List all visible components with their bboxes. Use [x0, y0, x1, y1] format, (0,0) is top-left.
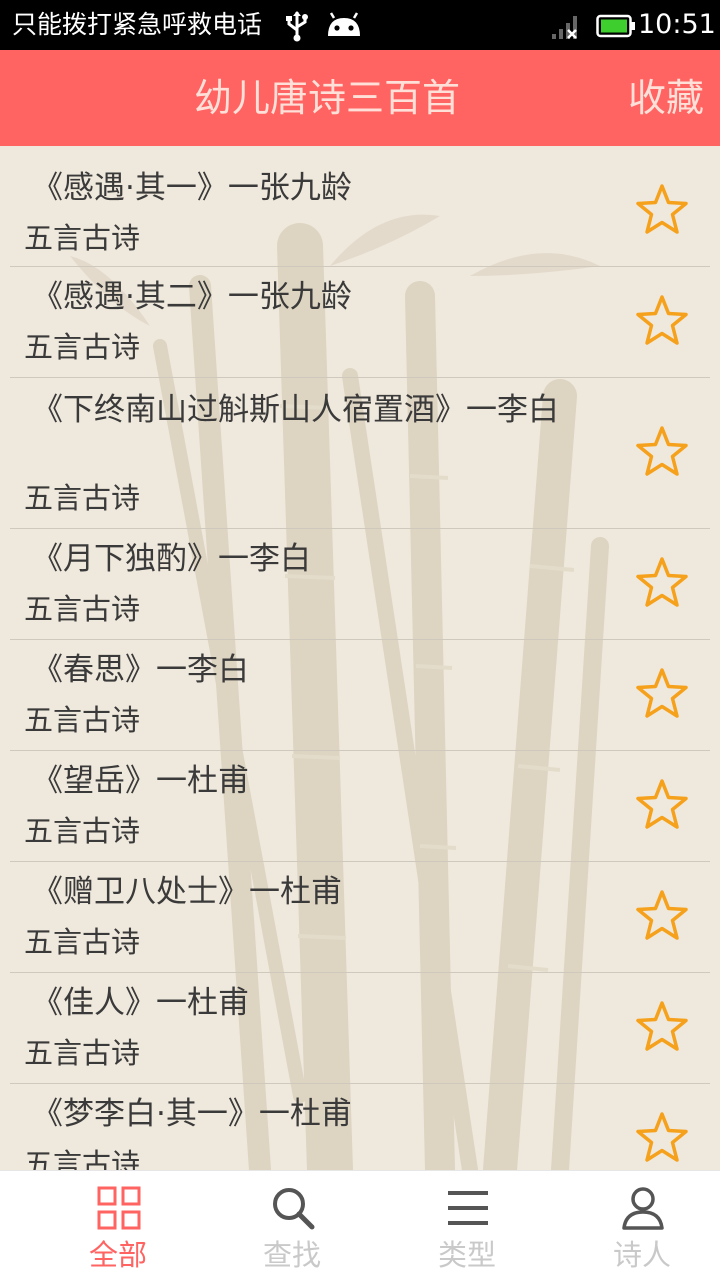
nav-item-all[interactable]: 全部 — [28, 1171, 208, 1281]
app-header: 幼儿唐诗三百首 收藏 — [0, 50, 720, 146]
poem-title: 《赠卫八处士》一杜甫 — [32, 874, 342, 910]
nav-label: 类型 — [437, 1238, 496, 1272]
star-icon[interactable] — [634, 182, 690, 238]
poem-type: 五言古诗 — [24, 221, 141, 255]
list-icon — [448, 1191, 488, 1225]
list-item[interactable]: 《春思》一李白 五言古诗 — [10, 640, 710, 751]
bottom-nav: 全部 查找 类型 诗人 — [0, 1170, 720, 1281]
poem-title: 《望岳》一杜甫 — [32, 763, 249, 799]
favorites-button[interactable]: 收藏 — [628, 50, 704, 146]
nav-item-search[interactable]: 查找 — [202, 1171, 382, 1281]
list-item[interactable]: 《感遇·其二》一张九龄 五言古诗 — [10, 267, 710, 378]
battery-icon — [596, 14, 635, 38]
poem-title: 《佳人》一杜甫 — [32, 985, 249, 1021]
poem-title: 《感遇·其二》一张九龄 — [32, 279, 352, 315]
android-icon — [328, 12, 360, 36]
poem-type: 五言古诗 — [24, 703, 141, 737]
nav-item-poet[interactable]: 诗人 — [552, 1171, 720, 1281]
poem-title: 《下终南山过斛斯山人宿置酒》一李白 — [32, 392, 559, 428]
nav-item-type[interactable]: 类型 — [377, 1171, 557, 1281]
poem-type: 五言古诗 — [24, 814, 141, 848]
poem-type: 五言古诗 — [24, 592, 141, 626]
star-icon[interactable] — [634, 999, 690, 1055]
star-icon[interactable] — [634, 293, 690, 349]
star-icon[interactable] — [634, 666, 690, 722]
poem-title: 《梦李白·其一》一杜甫 — [32, 1096, 352, 1132]
list-item[interactable]: 《赠卫八处士》一杜甫 五言古诗 — [10, 862, 710, 973]
star-icon[interactable] — [634, 1110, 690, 1166]
nav-label: 全部 — [88, 1238, 147, 1272]
usb-icon — [286, 11, 308, 42]
list-item[interactable]: 《梦李白·其一》一杜甫 五言古诗 — [10, 1084, 710, 1170]
star-icon[interactable] — [634, 777, 690, 833]
status-clock: 10:51 — [638, 9, 716, 40]
star-icon[interactable] — [634, 555, 690, 611]
list-item[interactable]: 《佳人》一杜甫 五言古诗 — [10, 973, 710, 1084]
list-item[interactable]: 《月下独酌》一李白 五言古诗 — [10, 529, 710, 640]
poem-title: 《春思》一李白 — [32, 652, 249, 688]
list-item[interactable]: 《下终南山过斛斯山人宿置酒》一李白 五言古诗 — [10, 378, 710, 529]
poem-list[interactable]: 《感遇·其一》一张九龄 五言古诗 《感遇·其二》一张九龄 五言古诗 《下终南山过… — [0, 146, 720, 1170]
poem-title: 《月下独酌》一李白 — [32, 541, 311, 577]
poem-type: 五言古诗 — [24, 1036, 141, 1070]
signal-icon — [552, 16, 577, 39]
person-icon — [622, 1187, 664, 1230]
list-item[interactable]: 《望岳》一杜甫 五言古诗 — [10, 751, 710, 862]
grid-icon — [97, 1186, 141, 1230]
star-icon[interactable] — [634, 424, 690, 480]
nav-label: 诗人 — [612, 1238, 671, 1272]
poem-type: 五言古诗 — [24, 925, 141, 959]
search-icon — [273, 1188, 315, 1230]
star-icon[interactable] — [634, 888, 690, 944]
poem-type: 五言古诗 — [24, 481, 141, 515]
poem-type: 五言古诗 — [24, 330, 141, 364]
status-notification-text: 只能拨打紧急呼救电话 — [12, 10, 263, 39]
poem-title: 《感遇·其一》一张九龄 — [32, 170, 352, 206]
nav-label: 查找 — [262, 1238, 321, 1272]
list-item[interactable]: 《感遇·其一》一张九龄 五言古诗 — [10, 146, 710, 267]
poem-type: 五言古诗 — [24, 1147, 141, 1170]
status-bar: 只能拨打紧急呼救电话 10:51 — [0, 0, 720, 50]
page-title: 幼儿唐诗三百首 — [193, 76, 460, 120]
